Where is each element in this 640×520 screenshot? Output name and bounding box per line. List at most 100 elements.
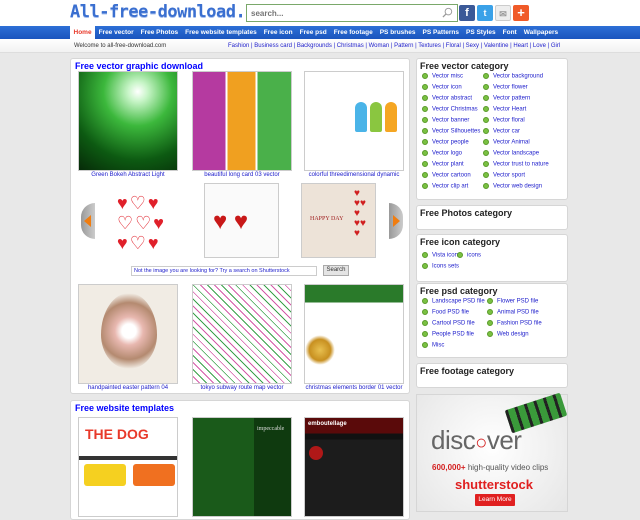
thumb-devil-angel-hearts[interactable]: ♥ ♥ [204,183,279,258]
template-emboutellage[interactable]: emboutellage [304,417,404,517]
thumb-hearts[interactable]: ♥♡♥ ♡♡♥ ♥♡♥ [107,183,182,258]
category-link[interactable]: Vector trust to nature [483,161,549,168]
category-link[interactable]: Vector Silhouettes [422,128,480,135]
search-input[interactable] [247,5,427,21]
facebook-icon[interactable]: f [459,5,475,21]
box-title: Free psd category [420,286,498,296]
carousel-prev-button[interactable] [81,203,95,239]
thumb-happy-day[interactable]: HAPPY DAY ♥ ♥♥ ♥ ♥♥ ♥ [301,183,376,258]
category-link[interactable]: icons [457,252,481,259]
category-link[interactable]: Animal PSD file [487,309,539,316]
box-title: Free Photos category [420,208,513,218]
shutterstock-search-input[interactable]: Not the image you are looking for? Try a… [131,266,317,276]
category-link[interactable]: Vector car [483,128,520,135]
category-link[interactable]: Vector background [483,73,543,80]
main-nav: Home Free vector Free Photos Free websit… [0,26,640,39]
category-link[interactable]: Vector sport [483,172,525,179]
category-link[interactable]: Vector people [422,139,469,146]
category-link[interactable]: Vector Animal [483,139,530,146]
box-title: Free footage category [420,366,515,376]
site-logo[interactable]: All-free-download.com [70,2,275,22]
nav-free-icon[interactable]: Free icon [260,26,296,39]
category-link[interactable]: Web design [487,331,529,338]
nav-font[interactable]: Font [499,26,520,39]
twitter-icon[interactable]: t [477,5,493,21]
category-link[interactable]: Vector icon [422,84,462,91]
mail-icon[interactable]: ✉ [495,5,511,21]
box-title: Free vector category [420,61,509,71]
thumb-tokyo-subway[interactable] [192,284,292,384]
header: All-free-download.com f t ✉ + [0,0,640,26]
vector-category-box: Free vector category Vector misc Vector i… [416,58,568,200]
thumb-long-card[interactable] [192,71,292,171]
category-link[interactable]: Flower PSD file [487,298,538,305]
icon-category-box: Free icon category Vista icon Icons sets… [416,234,568,282]
category-link[interactable]: Vector pattern [483,95,530,102]
nav-free-photos[interactable]: Free Photos [137,26,182,39]
category-link[interactable]: Vector logo [422,150,462,157]
nav-free-website-templates[interactable]: Free website templates [182,26,261,39]
thumb-caption[interactable]: Green Bokeh Abstract Light [73,172,183,178]
thumb-caption[interactable]: tokyo subway route map vector [187,385,297,391]
learn-more-button[interactable]: Learn More [475,494,515,506]
nav-wallpapers[interactable]: Wallpapers [520,26,561,39]
shutterstock-ad[interactable]: disc○ver 600,000+ high-quality video cli… [416,392,568,512]
category-link[interactable]: Vector banner [422,117,469,124]
nav-free-vector[interactable]: Free vector [95,26,137,39]
category-link[interactable]: Vector web design [483,183,542,190]
nav-ps-brushes[interactable]: PS brushes [376,26,419,39]
category-link[interactable]: Icons sets [422,263,459,270]
category-link[interactable]: Vector flower [483,84,528,91]
template-impeccable[interactable]: impeccable [192,417,292,517]
thumb-caption[interactable]: colorful threedimensional dynamic [299,172,409,178]
nav-ps-styles[interactable]: PS Styles [462,26,499,39]
ad-clip-text: high-quality video clips [465,463,549,472]
nav-free-footage[interactable]: Free footage [330,26,376,39]
category-link[interactable]: Misc [422,342,444,349]
carousel-next-button[interactable] [389,203,403,239]
nav-ps-patterns[interactable]: PS Patterns [419,26,463,39]
add-icon[interactable]: + [513,5,529,21]
nav-home[interactable]: Home [70,26,96,39]
thumb-caption[interactable]: beautiful long card 03 vector [187,172,297,178]
category-link[interactable]: Vista icon [422,252,458,259]
search-box [246,4,458,22]
nav-free-psd[interactable]: Free psd [296,26,330,39]
category-link[interactable]: Vector Heart [483,106,526,113]
ad-subtitle: 600,000+ high-quality video clips [432,463,548,472]
category-link[interactable]: Vector floral [483,117,525,124]
category-link[interactable]: Cartool PSD file [422,320,475,327]
category-link[interactable]: Landscape PSD file [422,298,485,305]
category-link[interactable]: Vector Christmas [422,106,478,113]
category-link[interactable]: Vector clip art [422,183,468,190]
thumb-caption[interactable]: handpainted easter pattern 04 [73,385,183,391]
category-link[interactable]: Food PSD file [422,309,469,316]
category-link[interactable]: Vector misc [422,73,463,80]
template-emboutellage-title: emboutellage [308,421,347,427]
category-link[interactable]: Vector cartoon [422,172,471,179]
footage-category-box: Free footage category [416,363,568,388]
ad-clip-count: 600,000+ [432,463,466,472]
thumb-easter-pattern[interactable] [78,284,178,384]
template-dog-title: THE DOG [85,426,149,442]
search-icon[interactable] [442,7,453,18]
tag-links[interactable]: Fashion | Business card | Backgrounds | … [228,43,560,49]
category-link[interactable]: Vector abstract [422,95,472,102]
ad-brand: shutterstock [455,477,534,492]
thumb-christmas-border[interactable] [304,284,404,384]
psd-category-box: Free psd category Landscape PSD file Food… [416,283,568,358]
thumb-caption[interactable]: christmas elements border 01 vector [299,385,409,391]
template-the-dog[interactable]: THE DOG [78,417,178,517]
category-link[interactable]: People PSD file [422,331,474,338]
thumb-3d-people[interactable] [304,71,404,171]
thumb-green-bokeh[interactable] [78,71,178,171]
section-title: Free website templates [75,403,175,413]
box-title: Free icon category [420,237,501,247]
template-impeccable-title: impeccable [257,426,285,432]
templates-section: Free website templates THE DOG impeccabl… [70,400,410,520]
category-link[interactable]: Fashion PSD file [487,320,542,327]
section-title: Free vector graphic download [75,61,204,71]
shutterstock-search-button[interactable]: Search [323,265,349,276]
category-link[interactable]: Vector landscape [483,150,539,157]
category-link[interactable]: Vector plant [422,161,464,168]
